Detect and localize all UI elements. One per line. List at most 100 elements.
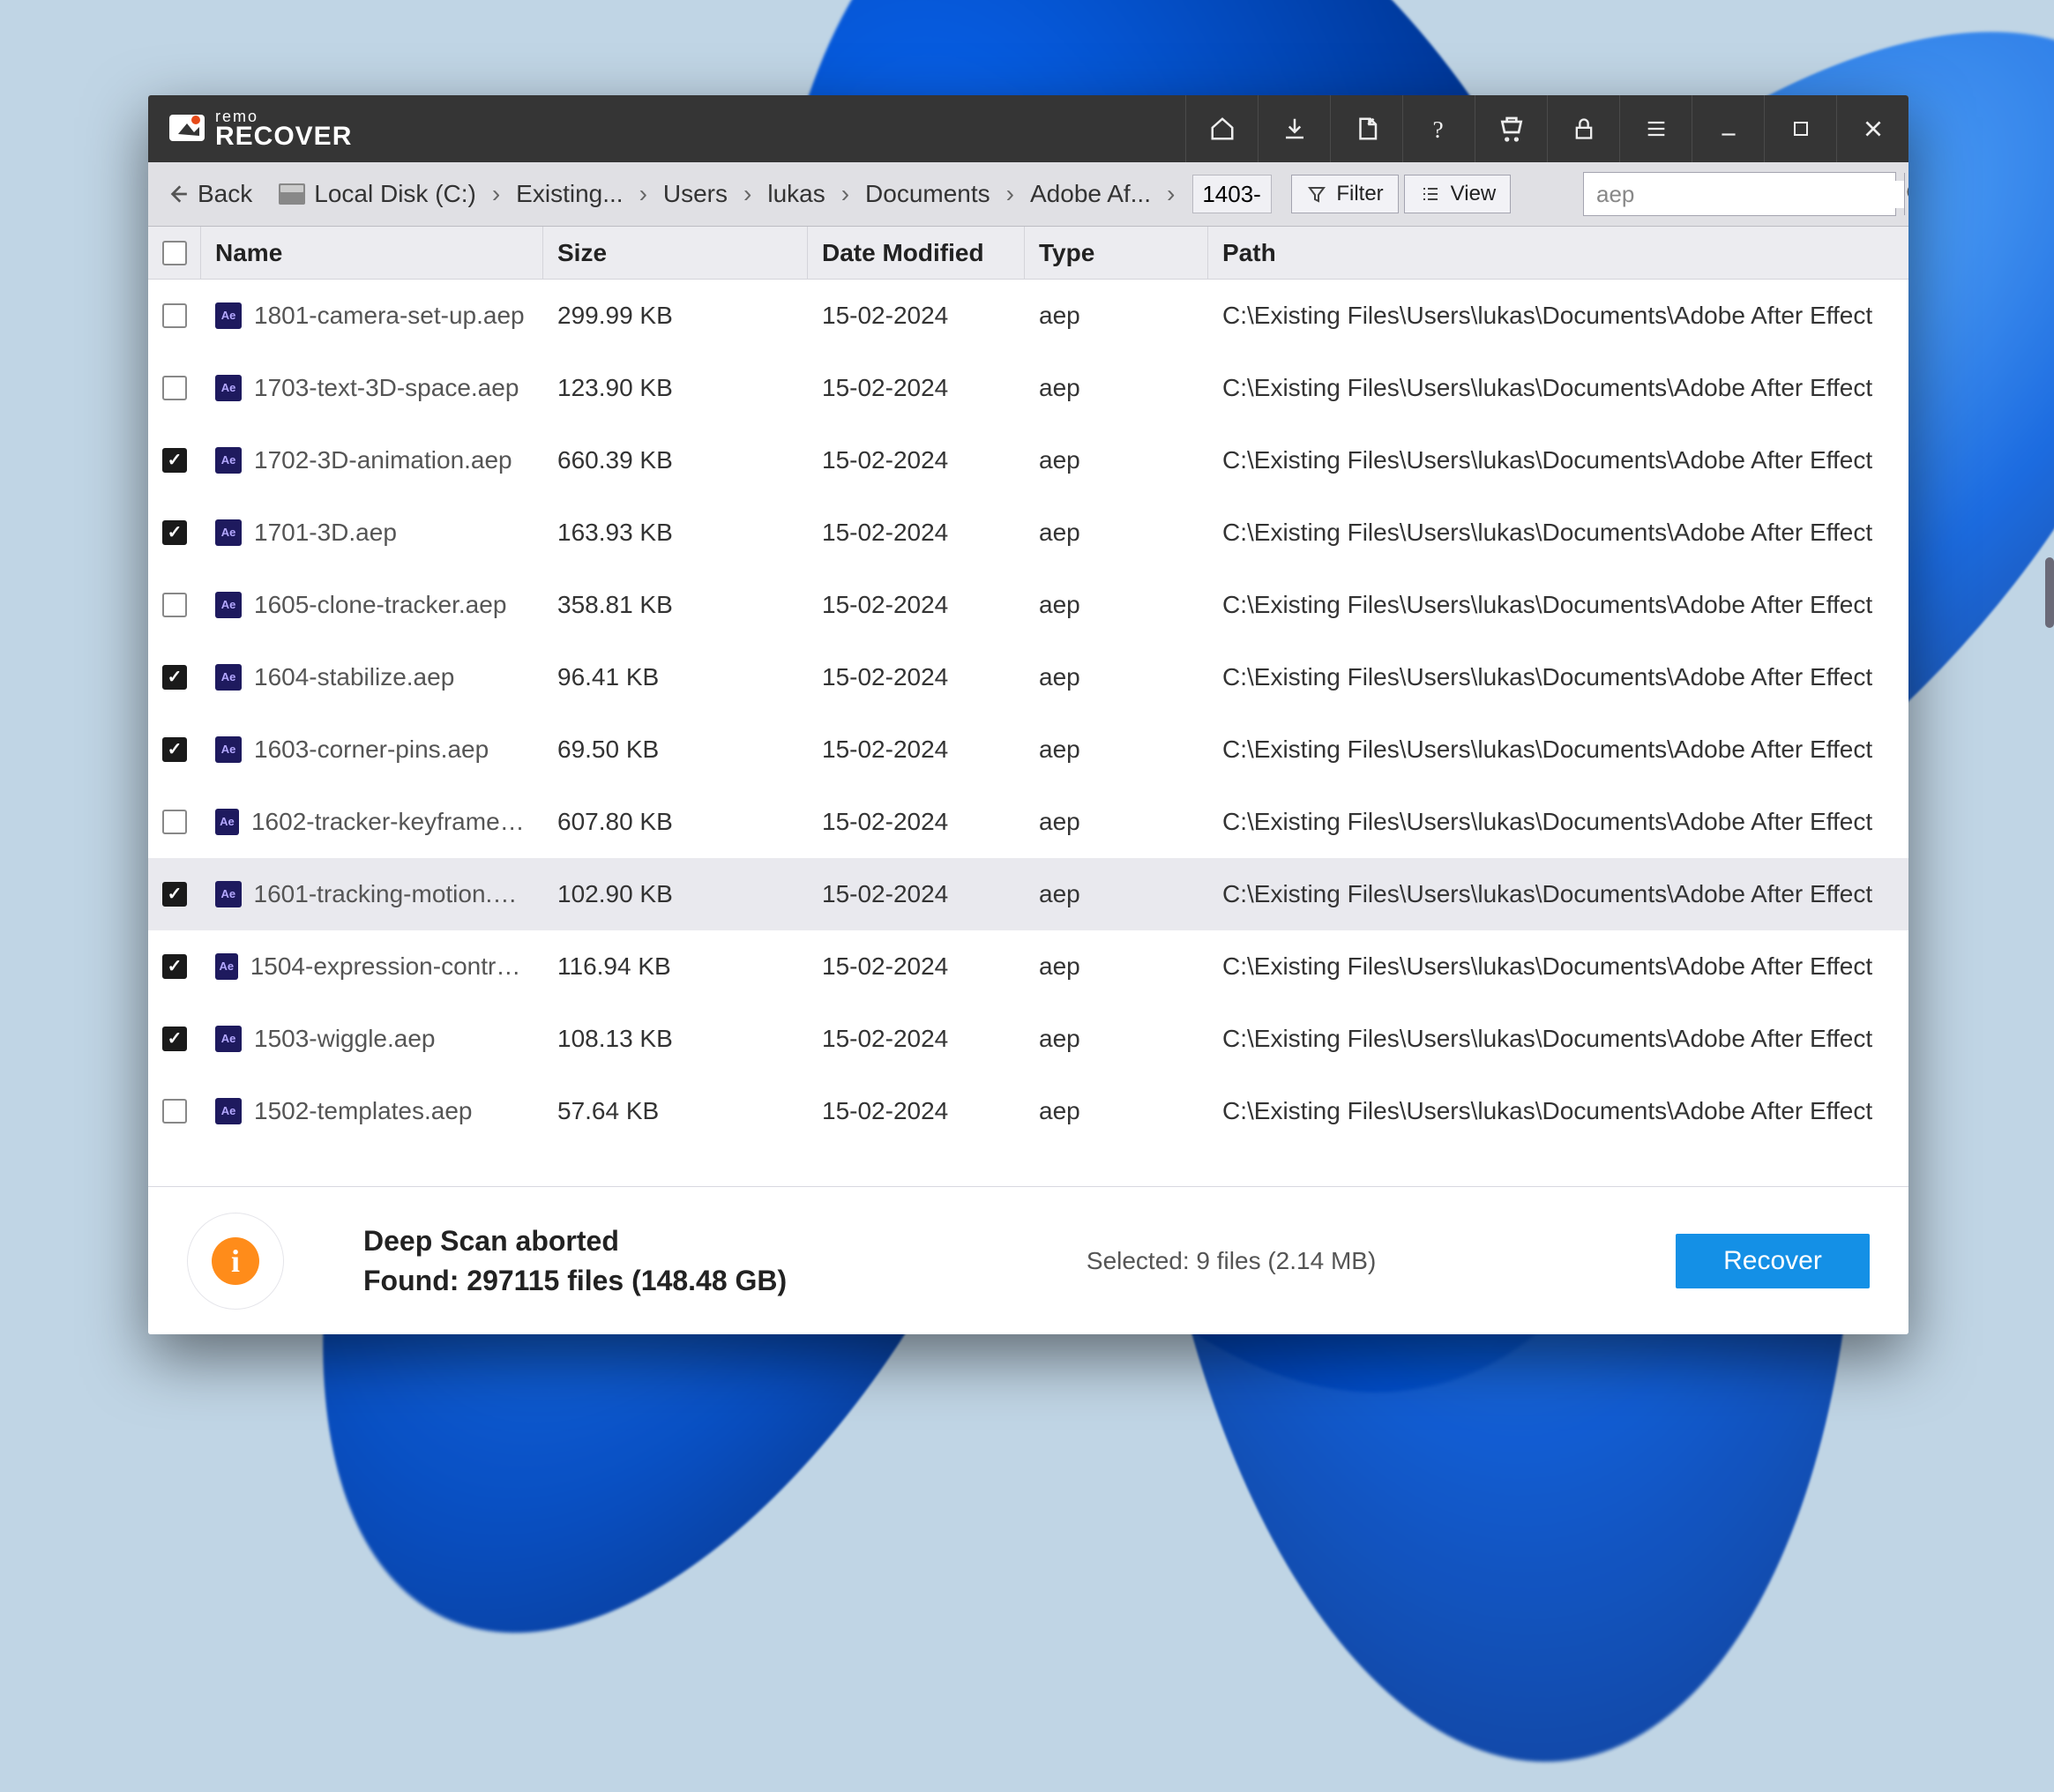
row-checkbox[interactable] (162, 376, 187, 400)
close-button[interactable] (1836, 95, 1908, 162)
file-date: 15-02-2024 (808, 302, 1025, 330)
table-row[interactable]: Ae1502-templates.aep57.64 KB15-02-2024ae… (148, 1075, 1908, 1147)
row-checkbox[interactable] (162, 665, 187, 690)
file-name: 1703-text-3D-space.aep (254, 374, 519, 402)
export-icon[interactable] (1330, 95, 1402, 162)
col-type[interactable]: Type (1025, 227, 1208, 279)
select-all-checkbox[interactable] (162, 241, 187, 265)
table-row[interactable]: Ae1601-tracking-motion.aep102.90 KB15-02… (148, 858, 1908, 930)
file-path: C:\Existing Files\Users\lukas\Documents\… (1208, 1097, 1908, 1125)
download-icon[interactable] (1258, 95, 1330, 162)
aep-file-icon: Ae (215, 592, 242, 618)
search-input[interactable] (1584, 181, 1904, 208)
row-checkbox[interactable] (162, 737, 187, 762)
table-row[interactable]: Ae1701-3D.aep163.93 KB15-02-2024aepC:\Ex… (148, 497, 1908, 569)
breadcrumb-item[interactable]: lukas (764, 180, 828, 208)
recover-button[interactable]: Recover (1676, 1234, 1870, 1288)
row-checkbox[interactable] (162, 1027, 187, 1051)
filter-label: Filter (1336, 182, 1383, 206)
file-name: 1504-expression-controls.aep (250, 952, 529, 981)
table-row[interactable]: Ae1503-wiggle.aep108.13 KB15-02-2024aepC… (148, 1003, 1908, 1075)
file-type: aep (1025, 808, 1208, 836)
view-button[interactable]: View (1404, 175, 1512, 213)
logo-text-big: RECOVER (215, 124, 352, 148)
row-checkbox[interactable] (162, 954, 187, 979)
row-checkbox[interactable] (162, 303, 187, 328)
file-path: C:\Existing Files\Users\lukas\Documents\… (1208, 880, 1908, 908)
info-icon: i (187, 1213, 284, 1310)
file-date: 15-02-2024 (808, 374, 1025, 402)
aep-file-icon: Ae (215, 881, 242, 907)
row-checkbox[interactable] (162, 520, 187, 545)
file-type: aep (1025, 735, 1208, 764)
aep-file-icon: Ae (215, 1098, 242, 1124)
file-date: 15-02-2024 (808, 519, 1025, 547)
home-icon[interactable] (1185, 95, 1258, 162)
breadcrumb-item[interactable]: Users (660, 180, 731, 208)
help-icon[interactable]: ? (1402, 95, 1475, 162)
file-name: 1801-camera-set-up.aep (254, 302, 525, 330)
filter-button[interactable]: Filter (1291, 175, 1398, 213)
file-path: C:\Existing Files\Users\lukas\Documents\… (1208, 302, 1908, 330)
aep-file-icon: Ae (215, 953, 238, 980)
titlebar: remo RECOVER ? (148, 95, 1908, 162)
row-checkbox[interactable] (162, 810, 187, 834)
app-logo: remo RECOVER (148, 109, 371, 148)
col-name[interactable]: Name (201, 227, 543, 279)
page-scrollbar-thumb[interactable] (2045, 557, 2054, 628)
file-size: 660.39 KB (543, 446, 808, 474)
file-size: 96.41 KB (543, 663, 808, 691)
file-type: aep (1025, 302, 1208, 330)
row-checkbox[interactable] (162, 1099, 187, 1124)
col-date[interactable]: Date Modified (808, 227, 1025, 279)
table-row[interactable]: Ae1605-clone-tracker.aep358.81 KB15-02-2… (148, 569, 1908, 641)
cart-icon[interactable] (1475, 95, 1547, 162)
file-type: aep (1025, 663, 1208, 691)
breadcrumb-item[interactable]: Existing... (512, 180, 626, 208)
table-row[interactable]: Ae1504-expression-controls.aep116.94 KB1… (148, 930, 1908, 1003)
file-date: 15-02-2024 (808, 446, 1025, 474)
file-type: aep (1025, 1025, 1208, 1053)
menu-icon[interactable] (1619, 95, 1692, 162)
lock-icon[interactable] (1547, 95, 1619, 162)
aep-file-icon: Ae (215, 664, 242, 691)
breadcrumb-input[interactable] (1192, 175, 1272, 213)
row-checkbox[interactable] (162, 448, 187, 473)
col-path[interactable]: Path (1208, 227, 1908, 279)
table-row[interactable]: Ae1604-stabilize.aep96.41 KB15-02-2024ae… (148, 641, 1908, 713)
filter-icon (1306, 183, 1327, 205)
table-body: Ae1801-camera-set-up.aep299.99 KB15-02-2… (148, 280, 1908, 1186)
table-row[interactable]: Ae1801-camera-set-up.aep299.99 KB15-02-2… (148, 280, 1908, 352)
table-row[interactable]: Ae1603-corner-pins.aep69.50 KB15-02-2024… (148, 713, 1908, 786)
row-checkbox[interactable] (162, 882, 187, 907)
row-checkbox[interactable] (162, 593, 187, 617)
file-name: 1502-templates.aep (254, 1097, 473, 1125)
breadcrumb-item[interactable]: Adobe Af... (1027, 180, 1154, 208)
breadcrumb-item[interactable]: Documents (862, 180, 994, 208)
file-date: 15-02-2024 (808, 808, 1025, 836)
file-date: 15-02-2024 (808, 952, 1025, 981)
table-row[interactable]: Ae1702-3D-animation.aep660.39 KB15-02-20… (148, 424, 1908, 497)
file-type: aep (1025, 1097, 1208, 1125)
breadcrumb-item[interactable]: Local Disk (C:) (310, 180, 480, 208)
table-row[interactable]: Ae1602-tracker-keyframes.aep607.80 KB15-… (148, 786, 1908, 858)
file-size: 57.64 KB (543, 1097, 808, 1125)
back-button[interactable]: Back (161, 180, 265, 208)
file-type: aep (1025, 952, 1208, 981)
col-size[interactable]: Size (543, 227, 808, 279)
minimize-button[interactable] (1692, 95, 1764, 162)
chevron-right-icon: › (829, 180, 862, 208)
file-name: 1601-tracking-motion.aep (254, 880, 529, 908)
svg-text:?: ? (1432, 116, 1443, 143)
file-type: aep (1025, 591, 1208, 619)
maximize-button[interactable] (1764, 95, 1836, 162)
aep-file-icon: Ae (215, 1026, 242, 1052)
aep-file-icon: Ae (215, 736, 242, 763)
search-button[interactable] (1904, 173, 1908, 215)
chevron-right-icon: › (994, 180, 1027, 208)
table-row[interactable]: Ae1703-text-3D-space.aep123.90 KB15-02-2… (148, 352, 1908, 424)
back-arrow-icon (166, 183, 189, 205)
file-type: aep (1025, 374, 1208, 402)
view-label: View (1451, 182, 1497, 206)
file-date: 15-02-2024 (808, 663, 1025, 691)
